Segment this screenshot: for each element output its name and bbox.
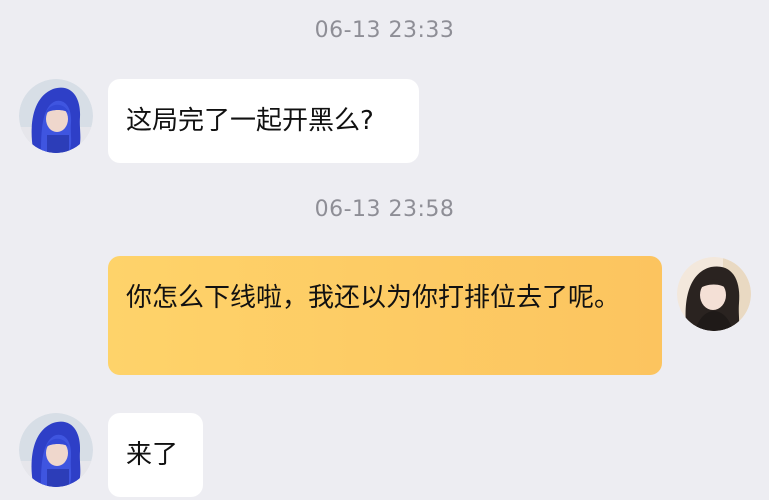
self-avatar[interactable]	[677, 257, 751, 331]
contact-avatar[interactable]	[19, 79, 93, 153]
timestamp: 06-13 23:33	[314, 18, 455, 43]
dark-haired-avatar-icon	[677, 257, 751, 331]
chat-window: 06-13 23:33 这局完了一起开黑么? 06-13 23:58 你怎么下线…	[0, 0, 769, 500]
message-bubble[interactable]: 来了	[108, 413, 203, 497]
message-bubble[interactable]: 这局完了一起开黑么?	[108, 79, 419, 163]
message-bubble[interactable]: 你怎么下线啦，我还以为你打排位去了呢。	[108, 256, 662, 375]
contact-avatar[interactable]	[19, 413, 93, 487]
blue-haired-avatar-icon	[19, 79, 93, 153]
blue-haired-avatar-icon	[19, 413, 93, 487]
timestamp: 06-13 23:58	[314, 197, 455, 222]
